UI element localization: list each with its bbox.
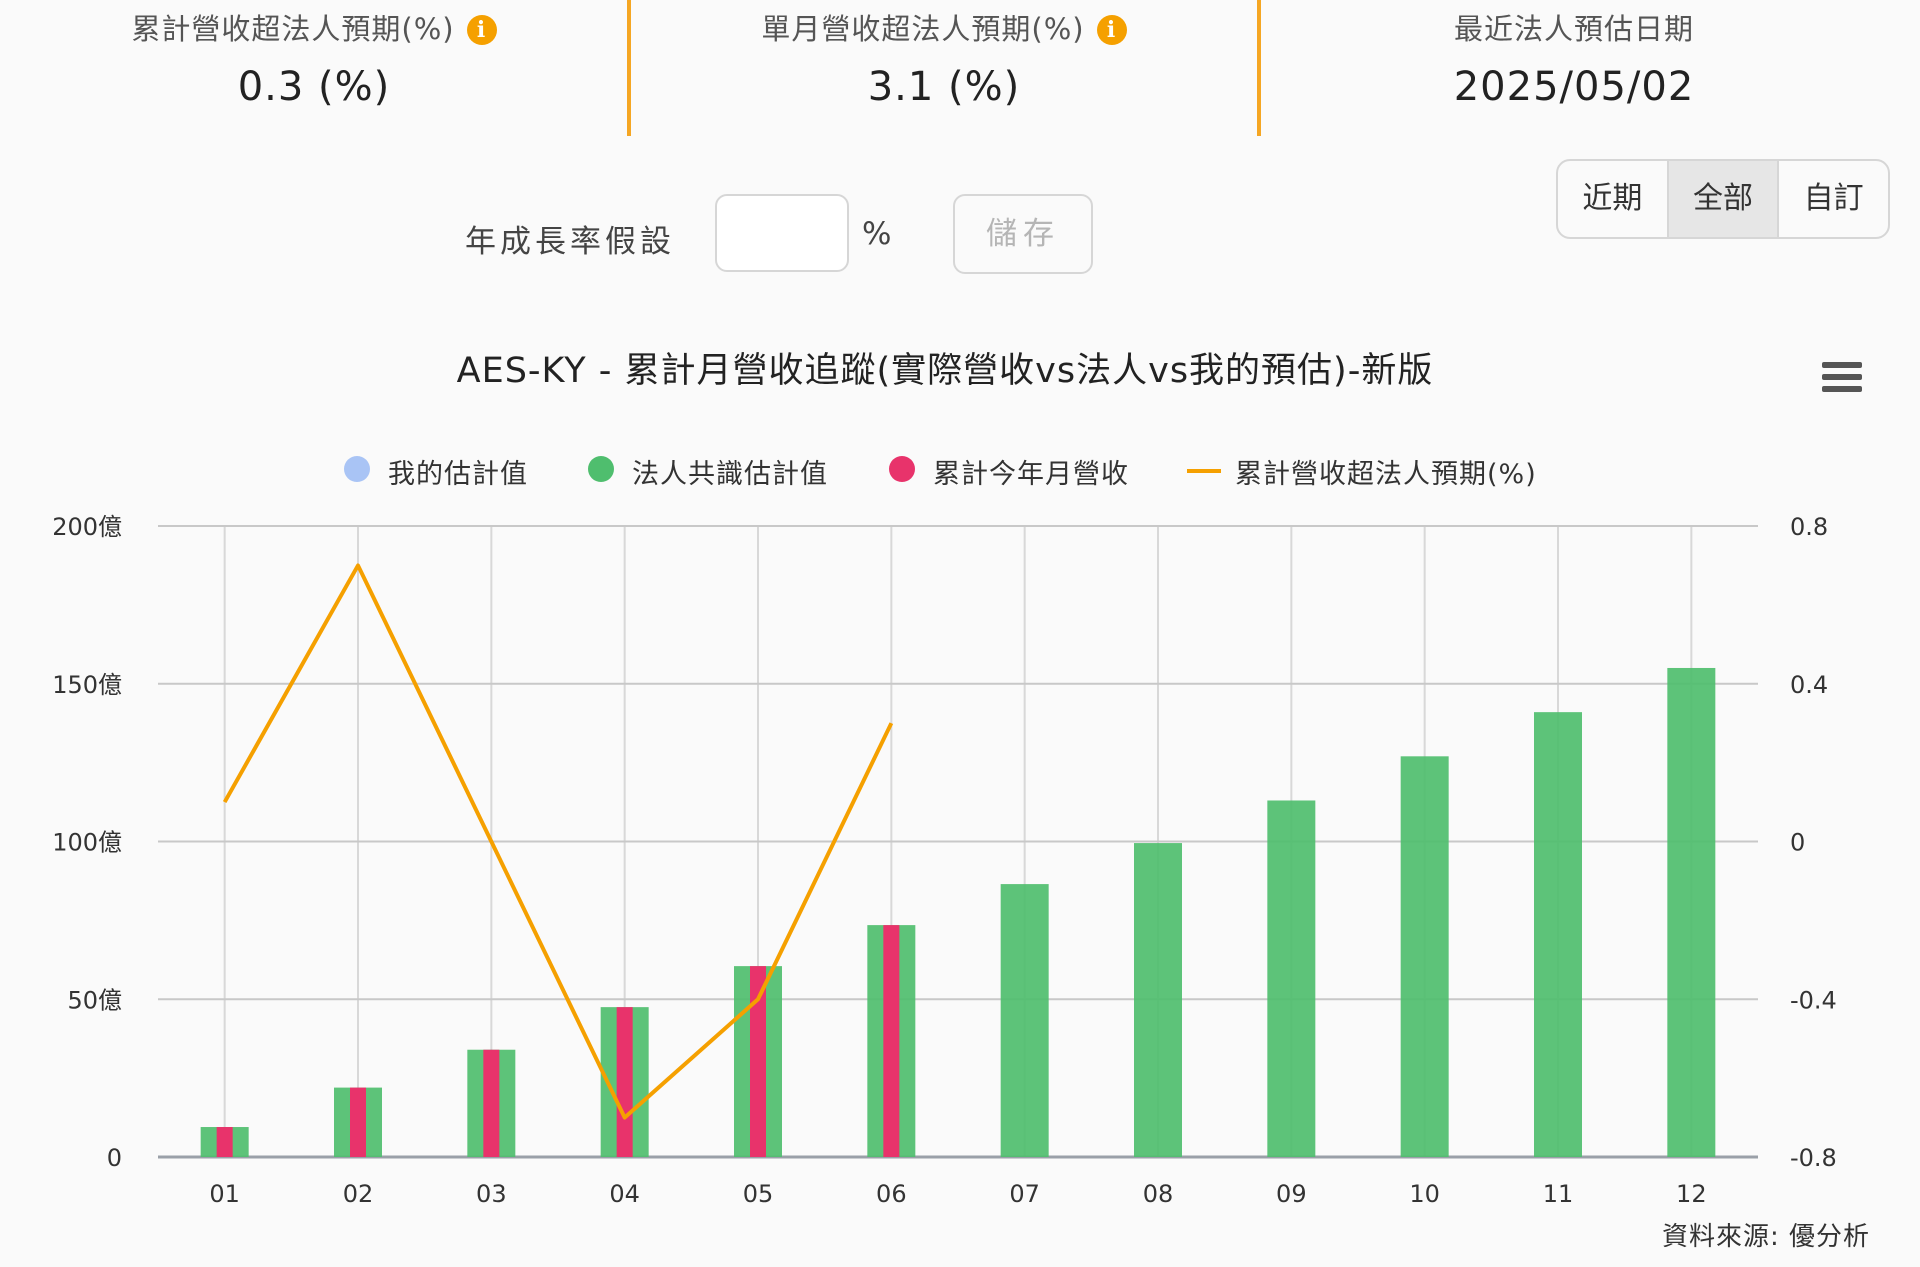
x-tick-label: 12 (1676, 1180, 1707, 1208)
bar-actual (883, 925, 900, 1157)
x-tick-label: 02 (343, 1180, 374, 1208)
x-tick-label: 10 (1409, 1180, 1440, 1208)
chart-plot: 0 -0.8 50億 -0.4 100億 0 150億 0.4 200億 0.8 01 02 03 04 0… (52, 513, 1837, 1208)
x-tick-label: 08 (1143, 1180, 1174, 1208)
x-tick-label: 03 (476, 1180, 507, 1208)
x-tick-label: 11 (1543, 1180, 1574, 1208)
x-tick-label: 01 (209, 1180, 240, 1208)
bar-actual (616, 1007, 633, 1157)
y-tick-label-right: -0.8 (1790, 1144, 1837, 1172)
y-tick-label-right: 0.4 (1790, 671, 1828, 699)
y-tick-label-right: -0.4 (1790, 986, 1837, 1014)
bar-consensus (1267, 800, 1316, 1157)
y-tick-label-left: 150億 (52, 671, 122, 699)
x-tick-label: 04 (609, 1180, 640, 1208)
x-tick-label: 05 (743, 1180, 774, 1208)
bar-actual (350, 1087, 366, 1157)
y-tick-label-left: 50億 (67, 986, 122, 1014)
x-tick-label: 09 (1276, 1180, 1307, 1208)
bar-consensus (1667, 667, 1716, 1157)
y-tick-label-right: 0.8 (1790, 513, 1828, 541)
x-tick-label: 07 (1009, 1180, 1040, 1208)
bar-consensus (1400, 756, 1449, 1157)
x-tick-label: 06 (876, 1180, 907, 1208)
bar-consensus (1000, 884, 1049, 1157)
y-tick-label-left: 0 (107, 1144, 122, 1172)
bar-actual (216, 1127, 233, 1157)
y-tick-label-right: 0 (1790, 829, 1805, 857)
y-tick-label-left: 100億 (52, 829, 122, 857)
data-source: 資料來源: 優分析 (1661, 1222, 1870, 1252)
y-tick-label-left: 200億 (52, 513, 122, 541)
bar-consensus (1134, 843, 1182, 1157)
bar-consensus (1534, 712, 1582, 1157)
bar-actual (483, 1049, 500, 1157)
